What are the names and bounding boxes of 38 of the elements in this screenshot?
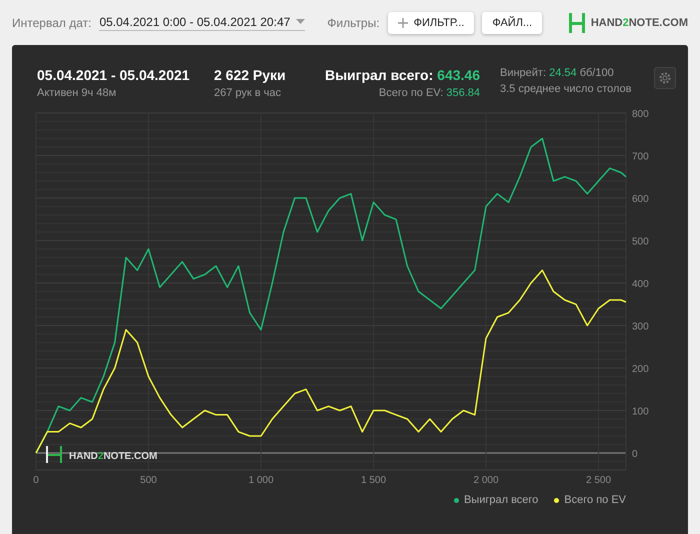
tables-average: 3.5 среднее число столов bbox=[500, 83, 632, 95]
chart-watermark: HAND2NOTE.COM bbox=[69, 451, 158, 462]
logo-text: HAND2NOTE.COM bbox=[590, 16, 688, 28]
ev-total: Всего по EV: 356.84 bbox=[378, 87, 480, 99]
x-axis-label: 2 000 bbox=[474, 475, 499, 486]
hands-rate: 267 рук в час bbox=[214, 87, 282, 99]
x-axis-label: 1 500 bbox=[361, 475, 386, 486]
filters-label: Фильтры: bbox=[327, 16, 380, 30]
active-time: Активен 9ч 48м bbox=[37, 87, 118, 99]
period-text: 05.04.2021 - 05.04.2021 bbox=[37, 67, 191, 83]
plus-icon bbox=[398, 18, 408, 28]
legend-label: Выиграл всего bbox=[464, 494, 538, 506]
file-button[interactable]: ФАЙЛ... bbox=[482, 12, 542, 34]
legend-label: Всего по EV bbox=[564, 494, 626, 506]
settings-icon bbox=[658, 71, 672, 85]
y-axis-label: 700 bbox=[632, 152, 649, 162]
y-axis-label: 500 bbox=[632, 236, 649, 248]
total-won: Выиграл всего: 643.46 bbox=[324, 67, 480, 83]
y-axis-label: 300 bbox=[632, 322, 649, 332]
hands-count: 2 622 Руки bbox=[214, 67, 287, 83]
x-axis-label: 500 bbox=[140, 475, 157, 486]
y-axis-label: 0 bbox=[632, 449, 638, 460]
y-axis-label: 200 bbox=[632, 364, 649, 375]
chart-watermark-icon bbox=[46, 446, 62, 463]
y-axis-label: 800 bbox=[632, 109, 649, 120]
date-range-label: Интервал дат: bbox=[12, 16, 92, 30]
winrate-text: Винрейт: 24.54 бб/100 bbox=[500, 67, 615, 79]
y-axis-label: 100 bbox=[632, 406, 649, 418]
x-axis-label: 0 bbox=[33, 475, 39, 486]
caret-icon bbox=[296, 19, 306, 24]
logo-icon bbox=[568, 12, 585, 32]
y-axis-label: 400 bbox=[632, 279, 649, 290]
date-range-dropdown[interactable]: 05.04.2021 0:00 - 05.04.2021 20:47 bbox=[99, 14, 306, 30]
add-filter-button[interactable]: ФИЛЬТР... bbox=[388, 12, 474, 34]
y-axis-label: 600 bbox=[632, 194, 649, 205]
x-axis-label: 2 500 bbox=[586, 475, 612, 486]
settings-button[interactable] bbox=[654, 67, 676, 89]
x-axis-label: 1 000 bbox=[248, 475, 274, 486]
